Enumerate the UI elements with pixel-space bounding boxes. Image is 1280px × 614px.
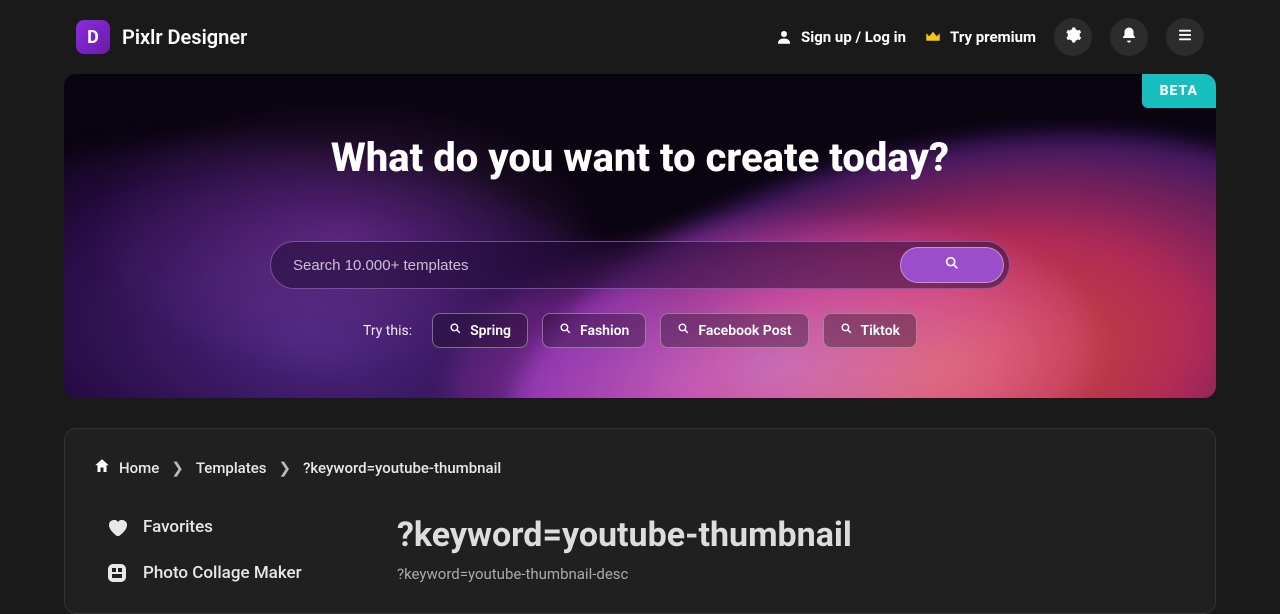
chip-facebook-post[interactable]: Facebook Post (660, 313, 808, 348)
hero-section: BETA What do you want to create today? T… (64, 74, 1216, 398)
collage-icon (105, 561, 129, 585)
chip-spring[interactable]: Spring (432, 313, 528, 348)
crown-icon (924, 28, 942, 46)
signup-login-link[interactable]: Sign up / Log in (775, 28, 906, 46)
try-premium-link[interactable]: Try premium (924, 28, 1036, 46)
settings-button[interactable] (1054, 18, 1092, 56)
gear-icon (1064, 26, 1082, 48)
search-icon (944, 255, 960, 275)
chip-label: Fashion (580, 323, 629, 339)
search-input[interactable] (293, 257, 900, 274)
sidebar-item-favorites[interactable]: Favorites (105, 515, 373, 539)
chip-fashion[interactable]: Fashion (542, 313, 646, 348)
sidebar-item-label: Favorites (143, 517, 213, 537)
main-content: BETA What do you want to create today? T… (0, 74, 1280, 614)
brand-label: Pixlr Designer (122, 25, 247, 49)
brand-link[interactable]: D Pixlr Designer (76, 20, 247, 54)
chevron-right-icon: ❯ (278, 459, 291, 477)
hero-title: What do you want to create today? (331, 134, 949, 181)
page-description: ?keyword=youtube-thumbnail-desc (397, 565, 1187, 583)
breadcrumb: Home ❯ Templates ❯ ?keyword=youtube-thum… (93, 457, 1187, 479)
hamburger-icon (1176, 26, 1194, 48)
app-header: D Pixlr Designer Sign up / Log in Try pr… (0, 0, 1280, 74)
search-icon (677, 322, 690, 339)
header-actions: Sign up / Log in Try premium (775, 18, 1204, 56)
hero-background (64, 74, 1216, 398)
search-icon (840, 322, 853, 339)
content-main: ?keyword=youtube-thumbnail ?keyword=yout… (397, 515, 1187, 585)
heart-icon (105, 515, 129, 539)
breadcrumb-home-label: Home (119, 459, 159, 477)
chip-tiktok[interactable]: Tiktok (823, 313, 917, 348)
search-bar (270, 241, 1010, 289)
content-panel: Home ❯ Templates ❯ ?keyword=youtube-thum… (64, 428, 1216, 614)
sidebar: Favorites Photo Collage Maker (93, 515, 373, 585)
panel-body: Favorites Photo Collage Maker ?keyword=y… (93, 515, 1187, 585)
sidebar-item-label: Photo Collage Maker (143, 563, 302, 583)
sidebar-item-photo-collage[interactable]: Photo Collage Maker (105, 561, 373, 585)
notifications-button[interactable] (1110, 18, 1148, 56)
chevron-right-icon: ❯ (171, 459, 184, 477)
search-icon (559, 322, 572, 339)
chip-label: Tiktok (861, 323, 900, 339)
try-this-label: Try this: (363, 323, 412, 339)
user-icon (775, 28, 793, 46)
search-button[interactable] (900, 247, 1004, 283)
search-container (270, 241, 1010, 289)
breadcrumb-home[interactable]: Home (93, 457, 159, 479)
chip-label: Spring (470, 323, 511, 339)
chip-label: Facebook Post (698, 323, 791, 339)
premium-label: Try premium (950, 28, 1036, 46)
home-icon (93, 457, 111, 479)
search-icon (449, 322, 462, 339)
breadcrumb-current[interactable]: ?keyword=youtube-thumbnail (303, 459, 501, 477)
signup-label: Sign up / Log in (801, 28, 906, 46)
logo-icon: D (76, 20, 110, 54)
bell-icon (1120, 26, 1138, 48)
page-title: ?keyword=youtube-thumbnail (397, 515, 1187, 555)
beta-badge: BETA (1142, 74, 1216, 108)
breadcrumb-templates[interactable]: Templates (196, 459, 267, 477)
suggestion-row: Try this: Spring Fashion Facebook Post T… (363, 313, 917, 348)
menu-button[interactable] (1166, 18, 1204, 56)
